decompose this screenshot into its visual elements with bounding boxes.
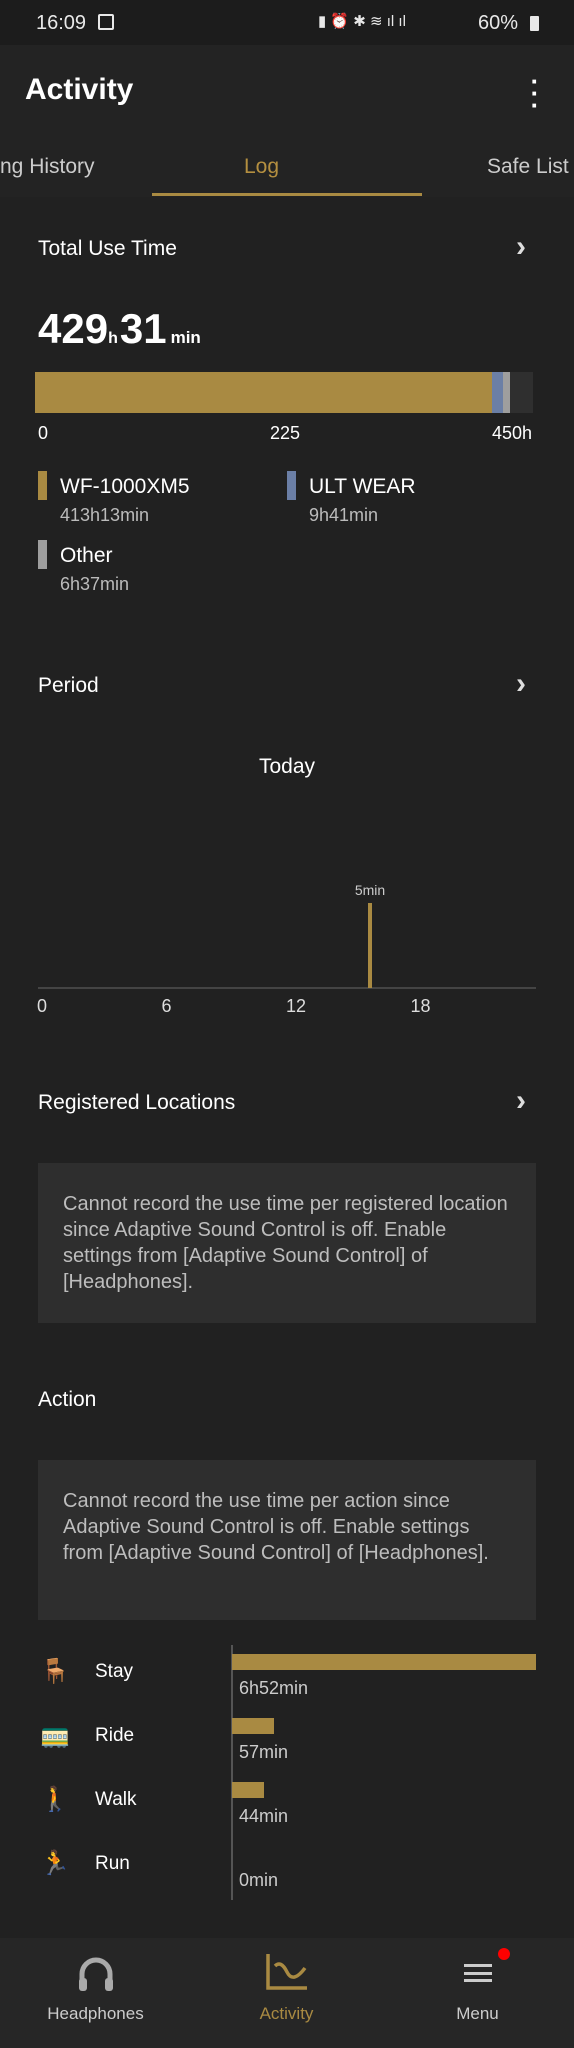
legend-time: 6h37min bbox=[60, 574, 130, 594]
action-value: 6h52min bbox=[239, 1678, 309, 1698]
running-person-icon: 🏃 bbox=[40, 1850, 70, 1877]
legend-time: 413h13min bbox=[60, 505, 150, 525]
action-message: Cannot record the use time per action si… bbox=[38, 1460, 536, 1620]
app-bar: Activity · · · ng History Log Safe List bbox=[0, 45, 574, 197]
activity-chart-icon bbox=[266, 1954, 307, 1990]
status-time: 16:09 bbox=[36, 12, 87, 34]
usage-segment-2 bbox=[502, 372, 511, 413]
status-bar: 16:09 ▮ ⏰ ✱ ≋ ıl ıl 60% bbox=[0, 0, 574, 45]
battery-percent: 60% bbox=[478, 12, 519, 34]
page-title: Activity bbox=[25, 73, 134, 106]
legend-swatch bbox=[38, 471, 47, 500]
action-bar bbox=[232, 1718, 275, 1734]
period-label: Today bbox=[258, 755, 316, 778]
action-row-walk: 🚶 Walk 44min bbox=[0, 1773, 574, 1837]
action-bar bbox=[232, 1782, 265, 1798]
action-row-stay: 🪑 Stay 6h52min bbox=[0, 1645, 574, 1709]
train-icon: 🚃 bbox=[40, 1722, 70, 1749]
registered-locations-message: Cannot record the use time per registere… bbox=[38, 1163, 536, 1323]
tab-listening-history[interactable]: ng History bbox=[0, 155, 95, 179]
notification-badge bbox=[498, 1948, 510, 1960]
axis-tick-0: 0 bbox=[38, 423, 49, 443]
gallery-icon bbox=[98, 14, 114, 30]
action-row-run: 🏃 Run 0min bbox=[0, 1837, 574, 1901]
registered-locations-heading: Registered Locations bbox=[38, 1091, 236, 1114]
headphones-icon bbox=[79, 1957, 113, 1991]
period-x-tick: 18 bbox=[411, 996, 431, 1016]
action-label: Stay bbox=[95, 1661, 134, 1682]
hours-unit: h bbox=[108, 330, 118, 347]
system-icons: ▮ ⏰ ✱ ≋ ıl ıl bbox=[318, 13, 406, 30]
period-x-tick: 12 bbox=[286, 996, 306, 1016]
total-use-time-heading: Total Use Time bbox=[38, 237, 177, 260]
action-value: 0min bbox=[239, 1870, 279, 1890]
nav-label: Menu bbox=[456, 2004, 499, 2023]
legend-name: WF-1000XM5 bbox=[60, 475, 190, 498]
period-x-tick: 0 bbox=[37, 996, 47, 1016]
period-bar bbox=[368, 903, 372, 988]
minutes-unit: min bbox=[170, 328, 201, 347]
action-bar bbox=[232, 1654, 536, 1670]
action-heading: Action bbox=[38, 1388, 97, 1411]
action-value: 44min bbox=[239, 1806, 289, 1826]
nav-activity[interactable]: Activity bbox=[191, 1938, 382, 2048]
period-x-tick: 6 bbox=[162, 996, 172, 1016]
legend-swatch bbox=[38, 540, 47, 569]
more-vert-icon[interactable]: · · · bbox=[530, 68, 540, 118]
total-use-time-chevron-icon[interactable]: › bbox=[516, 230, 526, 264]
registered-locations-chevron-icon[interactable]: › bbox=[516, 1084, 526, 1118]
nav-menu[interactable]: Menu bbox=[382, 1938, 573, 2048]
period-chevron-icon[interactable]: › bbox=[516, 667, 526, 701]
usage-stacked-bar bbox=[35, 372, 533, 413]
period-bar-label: 5min bbox=[355, 882, 385, 898]
tab-safe-list[interactable]: Safe List bbox=[487, 155, 569, 179]
bottom-navigation: Headphones Activity Menu bbox=[0, 1938, 574, 2048]
minutes-value: 31 bbox=[119, 305, 167, 352]
action-label: Run bbox=[95, 1853, 130, 1874]
sitting-person-icon: 🪑 bbox=[40, 1658, 70, 1685]
nav-headphones[interactable]: Headphones bbox=[0, 1938, 191, 2048]
axis-tick-225: 225 bbox=[270, 423, 301, 443]
period-heading: Period bbox=[38, 674, 99, 697]
legend-name: Other bbox=[60, 544, 113, 567]
axis-tick-450: 450h bbox=[492, 423, 533, 443]
legend-name: ULT WEAR bbox=[309, 475, 416, 498]
action-label: Walk bbox=[95, 1789, 137, 1810]
walking-person-icon: 🚶 bbox=[40, 1786, 70, 1813]
action-value: 57min bbox=[239, 1742, 289, 1762]
usage-segment-1 bbox=[492, 372, 503, 413]
hours-value: 429 bbox=[38, 305, 109, 352]
nav-label: Headphones bbox=[47, 2004, 144, 2023]
action-label: Ride bbox=[95, 1725, 135, 1746]
tab-log[interactable]: Log bbox=[138, 155, 385, 179]
action-row-ride: 🚃 Ride 57min bbox=[0, 1709, 574, 1773]
tab-indicator bbox=[152, 193, 422, 196]
menu-icon bbox=[464, 1964, 492, 1982]
usage-segment-0 bbox=[35, 372, 493, 413]
period-chart: 0 6 12 18 5min bbox=[37, 882, 536, 1016]
legend-time: 9h41min bbox=[309, 505, 379, 525]
total-use-value: 429h31 min bbox=[38, 305, 201, 353]
battery-icon bbox=[530, 16, 539, 31]
legend-swatch bbox=[287, 471, 296, 500]
nav-label: Activity bbox=[259, 2004, 314, 2023]
